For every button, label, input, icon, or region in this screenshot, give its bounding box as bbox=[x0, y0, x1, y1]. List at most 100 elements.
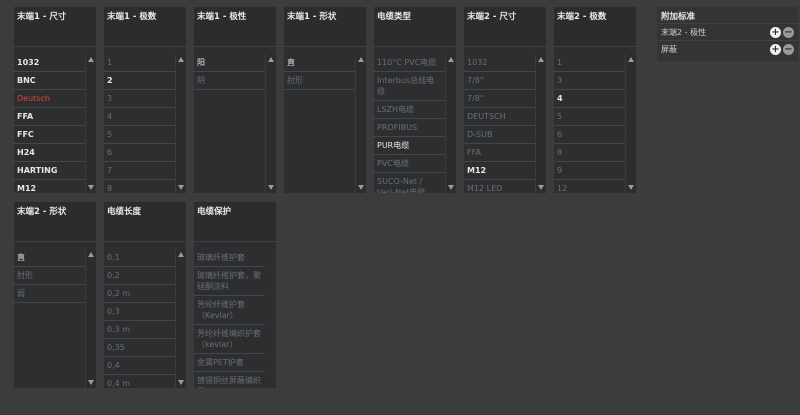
filter-option[interactable]: 12 bbox=[554, 180, 625, 193]
scroll-up-icon[interactable] bbox=[88, 57, 94, 62]
filter-list[interactable]: 阳阴 bbox=[194, 54, 265, 193]
filter-option[interactable]: 7/8" bbox=[464, 72, 535, 90]
filter-option[interactable]: 玻璃纤维护套，聚硅酮涂料 bbox=[194, 267, 265, 296]
filter-option[interactable]: 0,4 m bbox=[104, 375, 175, 388]
filter-option[interactable]: 0,35 bbox=[104, 339, 175, 357]
filter-option[interactable]: M12 LED bbox=[464, 180, 535, 193]
add-icon[interactable]: + bbox=[770, 43, 781, 55]
filter-option[interactable]: PUR电缆 bbox=[374, 137, 445, 155]
scroll-up-icon[interactable] bbox=[88, 252, 94, 257]
filter-option[interactable]: 3 bbox=[554, 72, 625, 90]
scroll-up-icon[interactable] bbox=[358, 57, 364, 62]
filter-option[interactable]: 6 bbox=[554, 126, 625, 144]
filter-option[interactable]: 0,1 bbox=[104, 249, 175, 267]
scroll-up-icon[interactable] bbox=[178, 57, 184, 62]
filter-option[interactable]: 芳纶纤维护套（Kevlar） bbox=[194, 296, 265, 325]
filter-option[interactable]: 1 bbox=[104, 54, 175, 72]
scroll-up-icon[interactable] bbox=[178, 252, 184, 257]
filter-option[interactable]: 1032 bbox=[14, 54, 85, 72]
filter-option[interactable]: 7 bbox=[104, 162, 175, 180]
scroll-up-icon[interactable] bbox=[268, 57, 274, 62]
scrollbar[interactable] bbox=[355, 54, 366, 193]
filter-option[interactable]: 4 bbox=[554, 90, 625, 108]
filter-option[interactable]: HARTING bbox=[14, 162, 85, 180]
filter-option[interactable]: 0,2 bbox=[104, 267, 175, 285]
filter-option[interactable]: SUCO-Net / Vari-Net电缆 bbox=[374, 173, 445, 193]
add-icon[interactable]: + bbox=[770, 26, 781, 38]
filter-option[interactable]: FFA bbox=[464, 144, 535, 162]
scrollbar[interactable] bbox=[175, 54, 186, 193]
filter-list[interactable]: 123456789 bbox=[104, 54, 175, 193]
scroll-down-icon[interactable] bbox=[88, 185, 94, 190]
filter-option[interactable]: 玻璃纤维护套 bbox=[194, 249, 265, 267]
filter-option[interactable]: 2 bbox=[104, 72, 175, 90]
scroll-down-icon[interactable] bbox=[88, 380, 94, 385]
scroll-up-icon[interactable] bbox=[628, 57, 634, 62]
filter-list[interactable]: 直肘形 bbox=[284, 54, 355, 193]
filter-option[interactable]: 0,4 bbox=[104, 357, 175, 375]
filter-option[interactable]: 镀锡铜丝屏蔽编织层 bbox=[194, 372, 265, 388]
filter-option[interactable]: 阴 bbox=[194, 72, 265, 90]
filter-option[interactable]: D-SUB bbox=[464, 126, 535, 144]
filter-option[interactable]: 1 bbox=[554, 54, 625, 72]
filter-option[interactable]: 肘形 bbox=[284, 72, 355, 90]
filter-option[interactable]: 0,3 bbox=[104, 303, 175, 321]
filter-option[interactable]: 5 bbox=[554, 108, 625, 126]
filter-option[interactable]: 0,2 m bbox=[104, 285, 175, 303]
filter-option[interactable]: 6 bbox=[104, 144, 175, 162]
scroll-down-icon[interactable] bbox=[358, 185, 364, 190]
filter-option[interactable]: 1032 bbox=[464, 54, 535, 72]
remove-icon[interactable]: − bbox=[783, 26, 794, 38]
filter-list[interactable]: 直肘形弱 bbox=[14, 249, 85, 388]
scrollbar[interactable] bbox=[535, 54, 546, 193]
scrollbar[interactable] bbox=[85, 249, 96, 388]
filter-option[interactable]: PVC电缆 bbox=[374, 155, 445, 173]
filter-list[interactable]: 10327/8"7/8"DEUTSCHD-SUBFFAM12M12 LEDM16 bbox=[464, 54, 535, 193]
scroll-down-icon[interactable] bbox=[628, 185, 634, 190]
filter-option[interactable]: 0,3 m bbox=[104, 321, 175, 339]
filter-option[interactable]: 4 bbox=[104, 108, 175, 126]
filter-option[interactable]: LSZH电缆 bbox=[374, 101, 445, 119]
filter-option[interactable]: 110°C PVC电缆 bbox=[374, 54, 445, 72]
filter-option[interactable]: 金属PET护套 bbox=[194, 354, 265, 372]
filter-list[interactable]: 0,10,20,2 m0,30,3 m0,350,40,4 m0,5 m bbox=[104, 249, 175, 388]
remove-icon[interactable]: − bbox=[783, 43, 794, 55]
scroll-down-icon[interactable] bbox=[538, 185, 544, 190]
filter-option[interactable]: Interbus总线电缆 bbox=[374, 72, 445, 101]
filter-option[interactable]: FFC bbox=[14, 126, 85, 144]
filter-option[interactable]: M12 bbox=[14, 180, 85, 193]
scroll-down-icon[interactable] bbox=[268, 185, 274, 190]
filter-option[interactable]: M12 bbox=[464, 162, 535, 180]
filter-option[interactable]: H24 bbox=[14, 144, 85, 162]
filter-option[interactable]: 阳 bbox=[194, 54, 265, 72]
scrollbar[interactable] bbox=[265, 54, 276, 193]
filter-option[interactable]: 肘形 bbox=[14, 267, 85, 285]
filter-option[interactable]: FFA bbox=[14, 108, 85, 126]
filter-option[interactable]: 直 bbox=[284, 54, 355, 72]
scroll-up-icon[interactable] bbox=[448, 57, 454, 62]
scroll-up-icon[interactable] bbox=[538, 57, 544, 62]
filter-option[interactable]: 3 bbox=[104, 90, 175, 108]
scrollbar[interactable] bbox=[85, 54, 96, 193]
filter-list[interactable]: 1032BNCDeutschFFAFFCH24HARTINGM12M12 / bbox=[14, 54, 85, 193]
filter-option[interactable]: 8 bbox=[554, 144, 625, 162]
scroll-down-icon[interactable] bbox=[448, 185, 454, 190]
filter-option[interactable]: 9 bbox=[554, 162, 625, 180]
filter-option[interactable]: 芳纶纤维编织护套（kevlar） bbox=[194, 325, 265, 354]
scrollbar[interactable] bbox=[445, 54, 456, 193]
filter-option[interactable]: 弱 bbox=[14, 285, 85, 303]
filter-option[interactable]: Deutsch bbox=[14, 90, 85, 108]
scrollbar[interactable] bbox=[175, 249, 186, 388]
scroll-down-icon[interactable] bbox=[178, 185, 184, 190]
scrollbar[interactable] bbox=[625, 54, 636, 193]
filter-option[interactable]: 5 bbox=[104, 126, 175, 144]
filter-option[interactable]: 7/8" bbox=[464, 90, 535, 108]
filter-list[interactable]: 110°C PVC电缆 Interbus总线电缆 LSZH电缆 PROFIBUS PUR… bbox=[374, 54, 445, 193]
filter-list[interactable]: 13456891219 bbox=[554, 54, 625, 193]
scroll-down-icon[interactable] bbox=[178, 380, 184, 385]
filter-option[interactable]: 8 bbox=[104, 180, 175, 193]
filter-option[interactable]: BNC bbox=[14, 72, 85, 90]
filter-option[interactable]: PROFIBUS bbox=[374, 119, 445, 137]
filter-list[interactable]: 玻璃纤维护套 玻璃纤维护套，聚硅酮涂料 芳纶纤维护套（Kevlar） 芳纶纤维编织护套… bbox=[194, 249, 265, 388]
filter-option[interactable]: 直 bbox=[14, 249, 85, 267]
